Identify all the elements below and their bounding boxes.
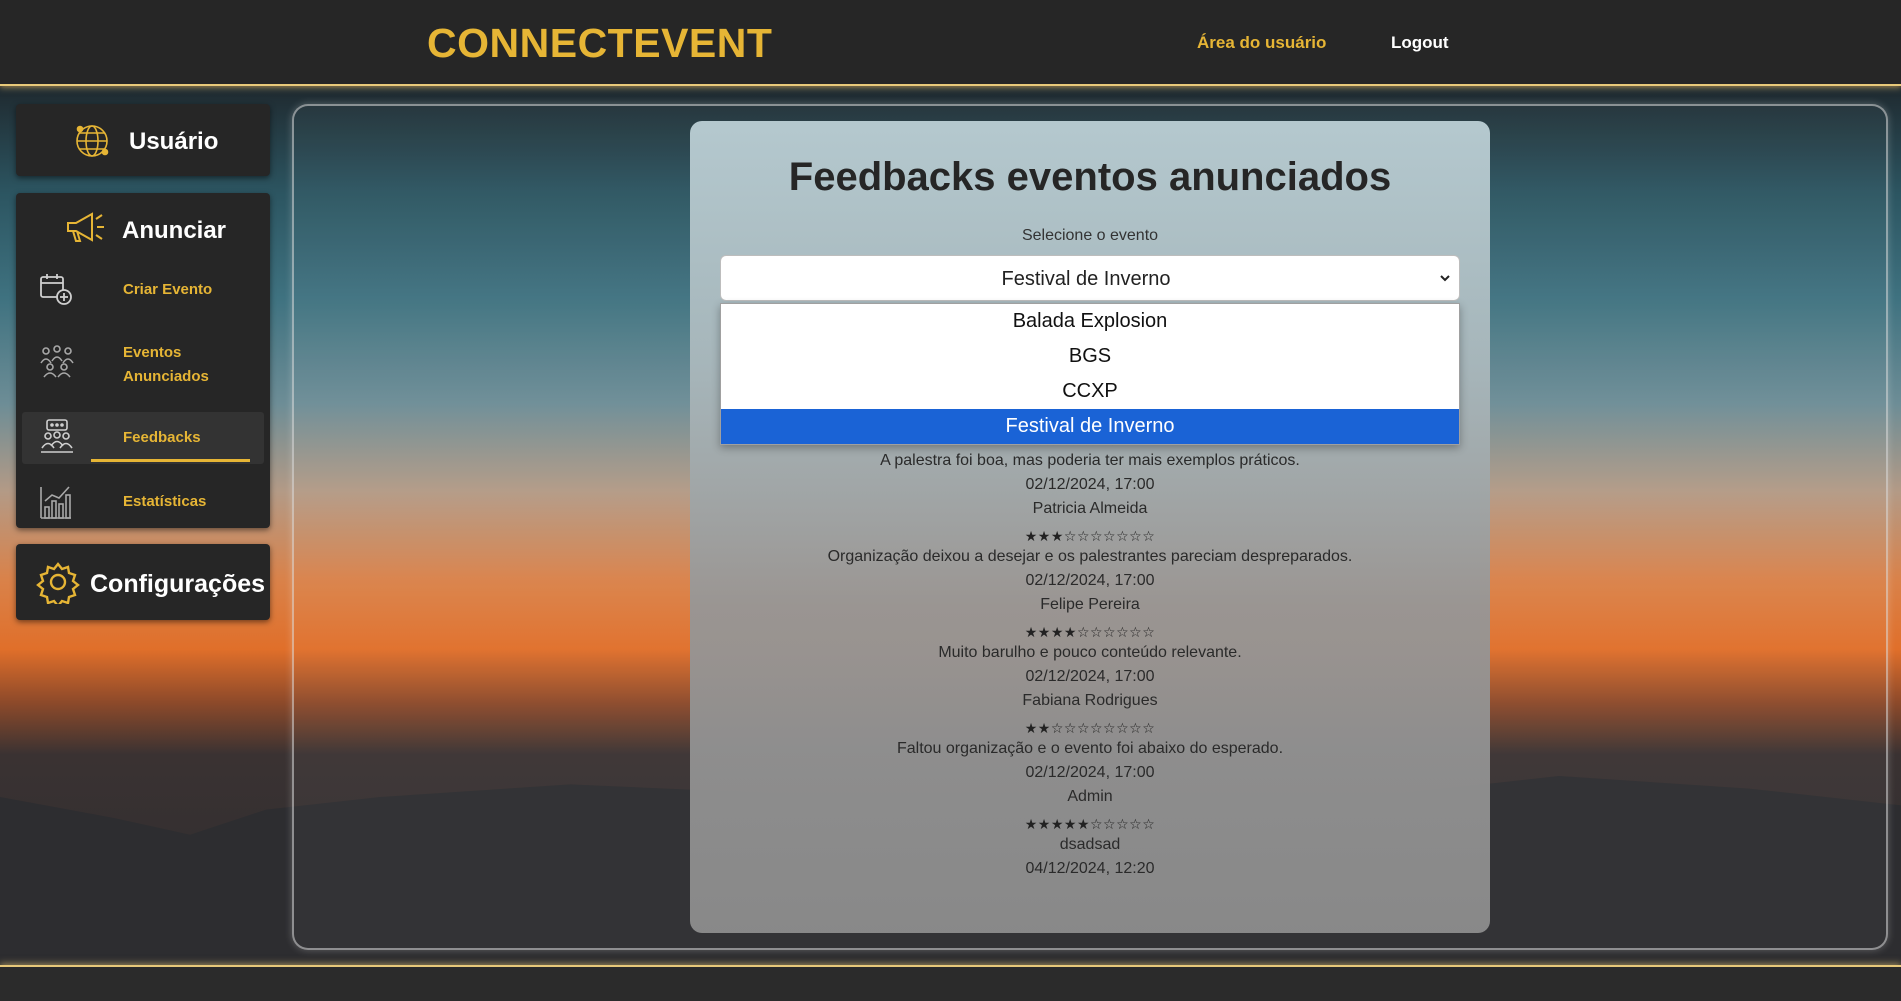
feedback-date: 02/12/2024, 17:00 xyxy=(1025,668,1155,685)
feedback-date: 02/12/2024, 17:00 xyxy=(1025,572,1155,589)
brand-logo[interactable]: CONNECTEVENT xyxy=(427,20,772,67)
calendar-plus-icon xyxy=(38,271,74,312)
sidebar-config-title: Configurações xyxy=(90,570,266,598)
feedback-stars: ★★★☆☆☆☆☆☆☆ xyxy=(1024,529,1156,545)
feedback-stars: ★★☆☆☆☆☆☆☆☆ xyxy=(1024,721,1156,737)
feedback-comment: A palestra foi boa, mas poderia ter mais… xyxy=(880,452,1300,469)
feedback-author: Admin xyxy=(1067,788,1113,805)
active-underline xyxy=(91,459,250,462)
sidebar-user-section[interactable]: Usuário xyxy=(16,104,270,176)
nav-logout-link[interactable]: Logout xyxy=(1391,33,1449,53)
feedback-date: 02/12/2024, 17:00 xyxy=(1025,764,1155,781)
nav-user-area-link[interactable]: Área do usuário xyxy=(1197,33,1326,53)
feedback-date: 04/12/2024, 12:20 xyxy=(1025,860,1155,877)
page-title: Feedbacks eventos anunciados xyxy=(788,155,1392,199)
sidebar-item-label: Feedbacks xyxy=(123,429,201,446)
feedback-date: 02/12/2024, 17:00 xyxy=(1025,476,1155,493)
feedback-stars: ★★★★☆☆☆☆☆☆ xyxy=(1024,625,1156,641)
event-select[interactable]: Festival de Inverno xyxy=(720,255,1460,301)
people-group-icon xyxy=(38,341,76,384)
feedback-author: Patricia Almeida xyxy=(1032,500,1148,517)
event-select-label: Selecione o evento xyxy=(1021,227,1159,244)
event-option-selected[interactable]: Festival de Inverno xyxy=(721,409,1459,444)
sidebar-item-estatisticas[interactable]: Estatísticas xyxy=(22,483,264,523)
sidebar-item-eventos-anunciados[interactable]: Eventos Anunciados xyxy=(22,341,264,395)
sidebar-anunciar-section: Anunciar Criar Evento Eventos Anunciados… xyxy=(16,193,270,528)
footer-bar xyxy=(0,965,1901,1001)
feedback-comment: Organização deixou a desejar e os palest… xyxy=(827,548,1353,565)
feedback-comment: Muito barulho e pouco conteúdo relevante… xyxy=(938,644,1242,661)
event-option[interactable]: CCXP xyxy=(721,374,1459,409)
event-select-value: Festival de Inverno xyxy=(1001,268,1171,290)
event-select-dropdown: Balada Explosion BGS CCXP Festival de In… xyxy=(720,303,1460,445)
feedback-author: Fabiana Rodrigues xyxy=(1022,692,1158,709)
event-option[interactable]: BGS xyxy=(721,339,1459,374)
sidebar-item-criar-evento[interactable]: Criar Evento xyxy=(22,271,264,313)
sidebar-item-label: Estatísticas xyxy=(123,493,207,510)
globe-network-icon xyxy=(72,121,112,166)
feedback-author: Felipe Pereira xyxy=(1040,596,1140,613)
event-option[interactable]: Balada Explosion xyxy=(721,304,1459,339)
sidebar-user-title: Usuário xyxy=(129,128,219,155)
feedback-people-icon xyxy=(38,418,76,461)
chevron-down-icon xyxy=(1439,271,1451,289)
sidebar-item-label: Criar Evento xyxy=(123,281,213,298)
sidebar-config-section[interactable]: Configurações xyxy=(16,544,270,620)
feedback-comment: Faltou organização e o evento foi abaixo… xyxy=(896,740,1284,757)
sidebar-item-feedbacks[interactable]: Feedbacks xyxy=(22,412,264,464)
bar-chart-icon xyxy=(38,483,74,526)
sidebar-item-label: Eventos Anunciados xyxy=(123,344,209,385)
gear-icon xyxy=(36,560,80,609)
top-navbar: CONNECTEVENT Área do usuário Logout xyxy=(0,0,1901,86)
feedbacks-card: Feedbacks eventos anunciados Selecione o… xyxy=(690,121,1490,933)
megaphone-icon xyxy=(64,209,106,252)
sidebar-anunciar-title: Anunciar xyxy=(122,217,227,244)
feedback-comment: dsadsad xyxy=(1059,836,1121,853)
feedback-stars: ★★★★★☆☆☆☆☆ xyxy=(1024,817,1156,833)
